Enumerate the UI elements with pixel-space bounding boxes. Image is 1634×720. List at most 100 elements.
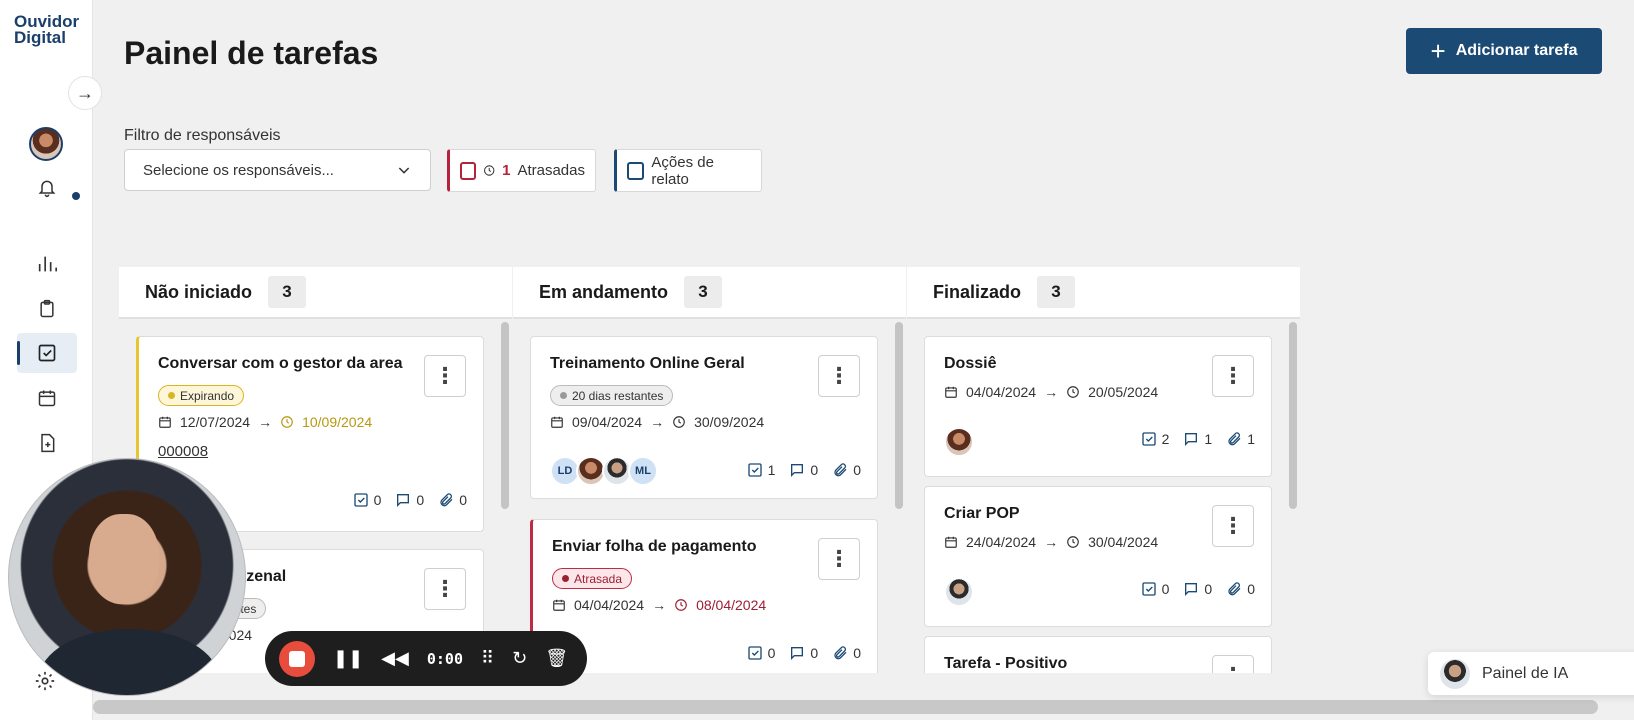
comments-count: 0 (810, 462, 819, 478)
column-title: Finalizado (933, 281, 1022, 302)
checklist-stat: 1 (747, 462, 775, 478)
task-menu-button[interactable]: ⋮ (1212, 355, 1254, 397)
arrow-right-icon: → (1044, 534, 1059, 550)
task-card[interactable]: Dossiê ⋮ 04/04/2024 → 20/05/2024 2 1 1 (924, 336, 1272, 477)
task-stats: 2 1 1 (1141, 431, 1255, 447)
task-dates: 12/07/2024 → 10/09/2024 (158, 414, 372, 430)
late-count: 1 (502, 162, 511, 179)
task-menu-button[interactable]: ⋮ (818, 355, 860, 397)
clock-icon (483, 165, 495, 176)
assignee-avatars: LD ML (550, 456, 658, 486)
restart-icon[interactable]: ↻ (512, 648, 527, 669)
comment-icon (1185, 583, 1198, 596)
assignee-avatars (944, 577, 974, 607)
task-card[interactable]: Tarefa - Positivo ⋮ (924, 636, 1272, 673)
attachments-stat: 0 (1226, 581, 1255, 597)
comment-icon (791, 464, 804, 477)
paperclip-icon (834, 463, 847, 477)
responsible-select[interactable]: Selecione os responsáveis... (124, 149, 431, 191)
attachments-count: 1 (1247, 431, 1255, 447)
column-scrollbar[interactable] (1289, 322, 1297, 509)
arrow-right-icon: → (258, 414, 273, 430)
assignee-avatar[interactable] (944, 577, 974, 607)
report-actions-chip[interactable]: Ações de relato (614, 149, 762, 192)
task-menu-button[interactable]: ⋮ (424, 568, 466, 610)
paperclip-icon (440, 493, 453, 507)
due-date: 30/04/2024 (1088, 534, 1159, 550)
comment-icon (397, 494, 410, 507)
clock-icon (673, 416, 685, 428)
status-badge: 20 dias restantes (550, 385, 674, 406)
paperclip-icon (1228, 432, 1241, 446)
column-count: 3 (684, 276, 723, 308)
checklist-stat: 2 (1141, 431, 1170, 447)
task-menu-button[interactable]: ⋮ (424, 355, 466, 397)
task-dates: 09/04/2024 → 30/09/2024 (550, 414, 764, 430)
task-dates: 24/04/2024 → 30/04/2024 (944, 534, 1158, 550)
late-filter-chip[interactable]: 1 Atrasadas (447, 149, 596, 192)
task-dates: 04/04/2024 → 20/05/2024 (944, 384, 1158, 400)
task-menu-button[interactable]: ⋮ (1212, 655, 1254, 673)
task-stats: 0 0 0 (353, 492, 467, 508)
select-placeholder: Selecione os responsáveis... (143, 161, 334, 179)
badge-label: 20 dias restantes (572, 388, 664, 403)
task-menu-button[interactable]: ⋮ (818, 538, 860, 580)
task-card[interactable]: Treinamento Online Geral ⋮ 20 dias resta… (530, 336, 878, 499)
column-header: Finalizado 3 (907, 267, 1300, 319)
status-dot (560, 392, 567, 399)
checklist-count: 2 (1161, 431, 1170, 447)
checkbox-icon[interactable] (17, 333, 77, 373)
column-title: Em andamento (539, 281, 669, 302)
file-add-icon[interactable] (17, 423, 77, 463)
attachments-stat: 0 (438, 492, 467, 508)
column-count: 3 (1037, 276, 1076, 308)
rewind-icon[interactable]: ◀◀ (381, 648, 409, 669)
checkbox-icon (1141, 582, 1156, 596)
column-title: Não iniciado (145, 281, 253, 302)
ai-panel-toggle[interactable]: Painel de IA ︿ (1428, 652, 1634, 695)
expand-sidebar-arrow-icon[interactable]: → (68, 76, 102, 110)
column-scrollbar[interactable] (501, 322, 509, 509)
grid-icon[interactable]: ⠿ (481, 648, 494, 669)
due-date: 20/05/2024 (1088, 384, 1159, 400)
assignee-avatar[interactable]: ML (628, 456, 658, 486)
comments-stat: 0 (1183, 581, 1212, 597)
comments-stat: 0 (789, 645, 818, 661)
assignee-avatar[interactable] (944, 427, 974, 457)
column-in-progress: Em andamento 3 Treinamento Online Geral … (513, 267, 906, 673)
bar-chart-icon[interactable] (17, 244, 77, 284)
trash-icon[interactable]: 🗑 (545, 648, 568, 669)
clock-icon (281, 416, 293, 428)
recording-toolbar: ❚❚ ◀◀ 0:00 ⠿ ↻ 🗑 (265, 631, 587, 686)
report-code-link[interactable]: 000008 (158, 443, 208, 460)
task-card[interactable]: Criar POP ⋮ 24/04/2024 → 30/04/2024 0 0 … (924, 486, 1272, 627)
column-header: Não iniciado 3 (119, 267, 512, 319)
comments-stat: 1 (1183, 431, 1212, 447)
comments-count: 0 (416, 492, 425, 508)
user-avatar[interactable] (29, 127, 63, 161)
attachments-count: 0 (459, 492, 467, 508)
arrow-right-icon: → (652, 597, 667, 613)
pause-icon[interactable]: ❚❚ (333, 648, 363, 669)
task-menu-button[interactable]: ⋮ (1212, 505, 1254, 547)
late-checkbox[interactable] (460, 161, 476, 180)
calendar-icon[interactable] (17, 378, 77, 418)
horizontal-scrollbar[interactable] (93, 700, 1598, 714)
app-logo[interactable]: Ouvidor Digital (14, 13, 80, 46)
column-header: Em andamento 3 (513, 267, 906, 319)
paperclip-icon (1228, 582, 1241, 596)
task-title: Enviar folha de pagamento (552, 538, 757, 555)
report-checkbox[interactable] (627, 161, 645, 180)
calendar-icon (945, 536, 957, 548)
status-badge: Atrasada (552, 568, 633, 589)
column-scrollbar[interactable] (895, 322, 903, 509)
start-date: 12/07/2024 (180, 414, 251, 430)
checkbox-icon (747, 463, 762, 477)
bell-icon[interactable] (17, 168, 77, 208)
comments-stat: 0 (789, 462, 818, 478)
add-task-button[interactable]: + Adicionar tarefa (1406, 28, 1602, 74)
clipboard-icon[interactable] (17, 289, 77, 329)
attachments-count: 0 (853, 462, 861, 478)
task-title: Dossiê (944, 355, 997, 372)
stop-recording-button[interactable] (279, 640, 315, 677)
